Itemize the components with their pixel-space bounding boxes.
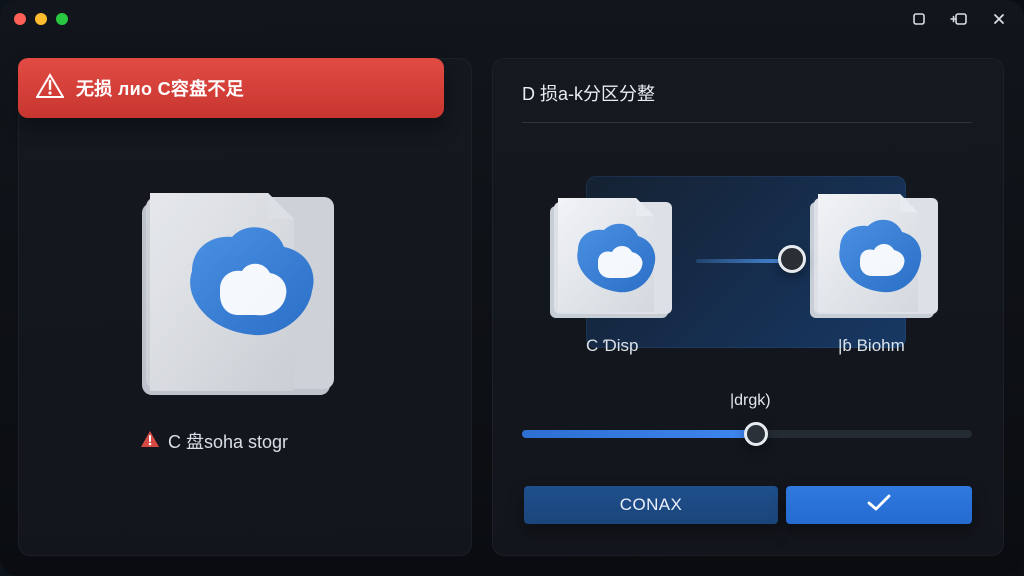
partition-slider[interactable] xyxy=(522,422,972,446)
close-icon[interactable] xyxy=(988,8,1010,30)
c-drive-status: C 盘soha stogr xyxy=(140,428,288,454)
page-title: D 损a-k分区分整 xyxy=(522,84,656,104)
slider-label: |drgk) xyxy=(730,392,771,409)
cancel-button-label: CONAX xyxy=(619,495,683,514)
merge-connector xyxy=(696,259,790,263)
slider-fill xyxy=(522,430,756,438)
snap-icon[interactable] xyxy=(948,8,970,30)
confirm-button[interactable] xyxy=(786,486,972,524)
low-space-alert: 无损 лио C容盘不足 xyxy=(18,58,444,118)
close-dot[interactable] xyxy=(14,13,26,25)
merge-handle[interactable] xyxy=(778,245,806,273)
check-icon xyxy=(866,493,892,518)
drive-cloud-icon xyxy=(136,185,342,403)
zoom-dot[interactable] xyxy=(56,13,68,25)
d-drive-icon xyxy=(804,186,940,320)
alert-text: 无损 лио C容盘不足 xyxy=(76,79,245,99)
minimize-dot[interactable] xyxy=(35,13,47,25)
window-icon[interactable] xyxy=(908,8,930,30)
c-drive-icon xyxy=(544,192,674,320)
window-controls xyxy=(908,8,1010,30)
cancel-button[interactable]: CONAX xyxy=(524,486,778,524)
app-window: 无损 лио C容盘不足 C 盘soha stogr D 损a-k分区分整 C … xyxy=(0,0,1024,576)
warning-small-icon xyxy=(140,430,160,453)
c-drive-label: C Ɗisp xyxy=(586,336,639,355)
status-text: C 盘soha stogr xyxy=(168,432,289,452)
traffic-lights xyxy=(14,13,68,25)
slider-thumb[interactable] xyxy=(744,422,768,446)
warning-icon xyxy=(35,73,65,103)
titlebar xyxy=(0,0,1024,38)
title-divider xyxy=(522,122,972,123)
d-drive-label: |ɓ Biohm xyxy=(838,336,905,355)
